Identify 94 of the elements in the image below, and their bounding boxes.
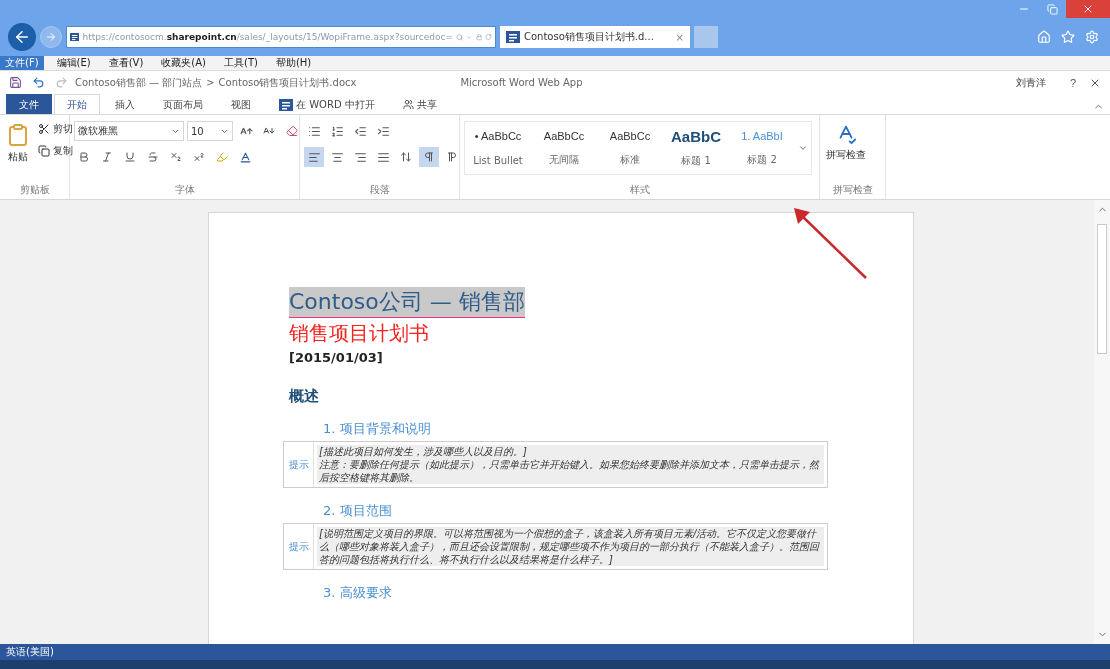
- group-label: 剪贴板: [18, 183, 51, 197]
- menu-item[interactable]: 收藏夹(A): [156, 56, 211, 70]
- menu-item[interactable]: 编辑(E): [51, 56, 96, 70]
- people-icon: [402, 99, 414, 110]
- group-label: 拼写检查: [831, 183, 874, 197]
- menu-item[interactable]: 查看(V): [103, 56, 149, 70]
- word-icon: [279, 97, 293, 112]
- redo-icon: [55, 76, 68, 89]
- line-spacing-icon: [400, 151, 412, 163]
- copy-button[interactable]: 复制: [36, 143, 75, 159]
- back-button[interactable]: [8, 23, 36, 51]
- forward-button[interactable]: [40, 26, 62, 48]
- style-item[interactable]: • AaBbCc List Bullet: [465, 122, 531, 174]
- cut-button[interactable]: 剪切: [36, 121, 75, 137]
- settings-icon: [1085, 30, 1099, 44]
- home-icon: [1037, 30, 1051, 44]
- forward-arrow-icon: [45, 31, 57, 43]
- menu-item[interactable]: 文件(F): [0, 56, 44, 70]
- help-button[interactable]: ?: [1063, 76, 1082, 89]
- document-title: Contoso公司 — 销售部: [289, 287, 525, 318]
- numbered-heading: 3. 高级要求: [323, 584, 393, 602]
- app-title: Microsoft Word Web App: [460, 77, 583, 88]
- underline-icon: [124, 151, 136, 163]
- subscript-icon: [170, 151, 182, 163]
- font-name-field[interactable]: 微软雅黑: [74, 121, 184, 141]
- align-justify-icon: [376, 150, 390, 164]
- browser-tab[interactable]: Contoso销售项目计划书.d... ×: [500, 26, 690, 48]
- indent-icon: [376, 124, 390, 138]
- word-icon: [70, 30, 80, 44]
- group-label: 字体: [173, 183, 196, 197]
- pilcrow-icon: [446, 151, 458, 163]
- text-direction-button[interactable]: [419, 147, 439, 167]
- tab-title: Contoso销售项目计划书.d...: [524, 30, 654, 44]
- scissors-icon: [38, 123, 50, 135]
- lock-icon: [475, 32, 483, 42]
- language-status[interactable]: 英语(美国): [6, 645, 54, 659]
- paste-button[interactable]: 粘贴: [4, 121, 32, 183]
- italic-icon: [101, 151, 113, 163]
- align-center-icon: [330, 150, 344, 164]
- menu-item[interactable]: 工具(T): [219, 56, 263, 70]
- eraser-icon: [286, 125, 298, 137]
- ribbon-tab[interactable]: 开始: [54, 94, 100, 114]
- strikethrough-icon: [147, 151, 159, 163]
- group-label: 样式: [628, 183, 651, 197]
- font-size-field[interactable]: 10: [187, 121, 233, 141]
- style-item[interactable]: 1. AaBbI 标题 2: [729, 122, 795, 174]
- document-date: [2015/01/03]: [289, 350, 384, 365]
- spell-check-button[interactable]: 拼写检查: [824, 121, 868, 183]
- breadcrumb-link[interactable]: Contoso销售项目计划书.docx: [218, 75, 357, 90]
- restore-icon: [1046, 3, 1058, 15]
- outdent-icon: [353, 124, 367, 138]
- close-icon: [1082, 3, 1094, 15]
- menu-item[interactable]: 帮助(H): [270, 56, 317, 70]
- caret-icon: [798, 143, 808, 153]
- bold-icon: [78, 151, 90, 163]
- font-color-icon: [238, 150, 252, 164]
- clipboard-icon: [6, 123, 30, 147]
- save-icon: [9, 76, 22, 89]
- tip-text: [描述此项目如何发生，涉及哪些人以及目的。] 注意：要删除任何提示（如此提示），只需单击它并开始键入。如果您始终要删除并添加文本，只需单击提示，然后按空格键将其删除。: [317, 445, 824, 484]
- refresh-icon: [485, 32, 492, 42]
- numbered-list-icon: [330, 124, 344, 138]
- pilcrow-icon: [423, 151, 435, 163]
- style-item[interactable]: AaBbC 标题 1: [663, 122, 729, 174]
- breadcrumb-link[interactable]: Contoso销售部 — 部门站点: [75, 75, 203, 90]
- url-text: https://contosocm.sharepoint.cn/sales/_layouts/15/WopiFrame.aspx?sourcedoc=: [82, 32, 454, 42]
- numbered-heading: 2. 项目范围: [323, 502, 393, 520]
- tab-close[interactable]: ×: [675, 31, 684, 43]
- user-name[interactable]: 刘青洋: [1015, 75, 1046, 90]
- superscript-icon: [193, 151, 205, 163]
- shrink-font-icon: [263, 125, 275, 137]
- document-subtitle: 销售项目计划书: [289, 320, 430, 347]
- group-label: 段落: [368, 183, 391, 197]
- word-icon: [506, 30, 520, 44]
- align-left-icon: [307, 150, 321, 164]
- search-icon: [456, 31, 464, 43]
- tip-label: 提示: [284, 442, 314, 487]
- scrollbar[interactable]: [1094, 200, 1110, 644]
- tip-text: [说明范围定义项目的界限。可以将范围视为一个假想的盒子，该盒装入所有项目元素/活动。它不仅定义您要做什么（哪些对象将装入盒子），而且还会设置限制，规定哪些项不作为项目的一部分执行（不能装入盒子）。范围回答的问题包括将执行什么、将不执行什么以及结果将是什么样子。]: [317, 527, 824, 566]
- bullet-list-icon: [307, 124, 321, 138]
- breadcrumb-separator: >: [206, 77, 215, 88]
- tip-label: 提示: [284, 524, 314, 569]
- ribbon-tab[interactable]: 文件: [6, 94, 52, 114]
- section-heading: 概述: [289, 387, 320, 406]
- numbered-heading: 1. 项目背景和说明: [323, 420, 432, 438]
- align-right-icon: [353, 150, 367, 164]
- style-item[interactable]: AaBbCc 标准: [597, 122, 663, 174]
- style-item[interactable]: AaBbCc 无间隔: [531, 122, 597, 174]
- copy-icon: [38, 145, 50, 157]
- align-button[interactable]: [304, 147, 324, 167]
- address-bar[interactable]: https://contosocm.sharepoint.cn/sales/_layouts/15/WopiFrame.aspx?sourcedoc=: [66, 26, 496, 48]
- undo-icon: [32, 76, 45, 89]
- scrollbar-thumb[interactable]: [1097, 224, 1107, 354]
- highlighter-icon: [216, 151, 228, 163]
- star-icon: [1061, 30, 1075, 44]
